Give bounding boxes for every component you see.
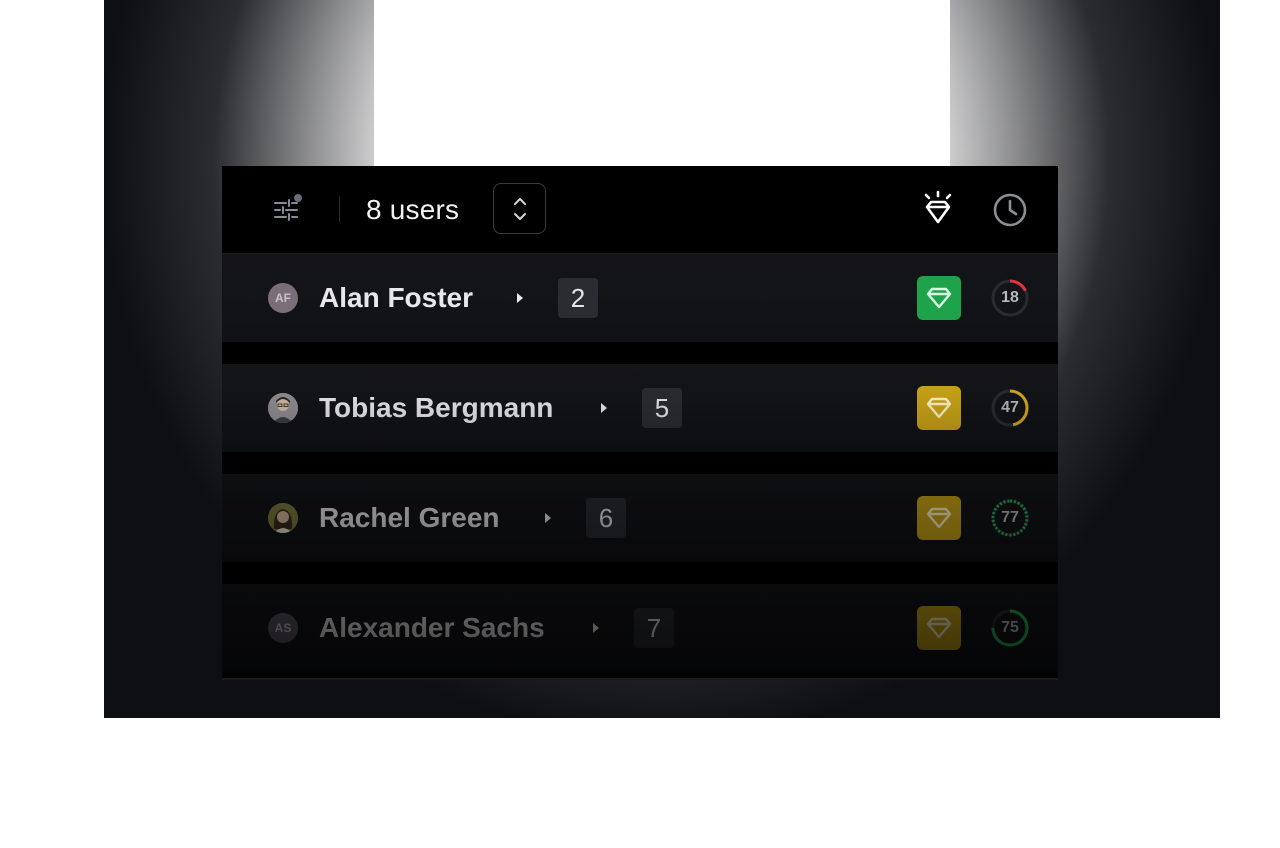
expand-caret-icon[interactable]	[594, 398, 614, 418]
score-value: 47	[1001, 399, 1019, 416]
diamond-icon	[926, 617, 952, 639]
score-ring: 18	[990, 278, 1030, 318]
user-row[interactable]: Rachel Green 6 77	[222, 474, 1058, 562]
background-highlight	[374, 0, 950, 170]
avatar-initials: AF	[275, 291, 291, 305]
score-value: 18	[1001, 289, 1019, 306]
header-divider	[339, 196, 340, 222]
user-row[interactable]: Tobias Bergmann 5 47	[222, 364, 1058, 452]
user-name: Tobias Bergmann	[319, 392, 554, 423]
panel-header: 8 users	[222, 166, 1058, 254]
user-name: Alexander Sachs	[319, 612, 545, 643]
item-count-badge: 6	[586, 498, 626, 538]
expand-caret-icon[interactable]	[586, 618, 606, 638]
score-ring: 75	[990, 608, 1030, 648]
tier-badge-gold	[917, 606, 961, 650]
item-count-badge: 5	[642, 388, 682, 428]
diamond-icon	[926, 507, 952, 529]
filter-button[interactable]	[266, 190, 306, 230]
filter-active-dot	[294, 194, 302, 202]
diamond-icon	[926, 397, 952, 419]
expand-caret-icon[interactable]	[538, 508, 558, 528]
score-value: 75	[1001, 619, 1019, 636]
page-background: 8 users AF Alan Foster 2 18 Tobias Bergm…	[104, 0, 1220, 718]
score-ring: 47	[990, 388, 1030, 428]
tier-badge-green	[917, 276, 961, 320]
clock-icon	[993, 193, 1027, 227]
diamond-sparkle-icon	[924, 190, 952, 224]
users-panel: 8 users AF Alan Foster 2 18 Tobias Bergm…	[222, 166, 1058, 680]
avatar: AF	[268, 283, 298, 313]
tier-badge-gold	[917, 496, 961, 540]
tier-badge-gold	[917, 386, 961, 430]
expand-caret-icon[interactable]	[510, 288, 530, 308]
chevron-up-down-icon	[513, 197, 526, 220]
history-button[interactable]	[990, 190, 1030, 230]
avatar-initials: AS	[274, 621, 292, 635]
score-value: 77	[1001, 509, 1019, 526]
avatar	[268, 393, 298, 423]
user-name: Rachel Green	[319, 502, 500, 533]
item-count-badge: 7	[634, 608, 674, 648]
user-name: Alan Foster	[319, 282, 474, 313]
tier-sort-button[interactable]	[918, 190, 958, 230]
avatar: AS	[268, 613, 298, 643]
avatar	[268, 503, 298, 533]
sort-button[interactable]	[493, 183, 546, 234]
diamond-icon	[926, 287, 952, 309]
user-count: 8 users	[366, 194, 460, 225]
user-row[interactable]: AS Alexander Sachs 7 75	[222, 584, 1058, 672]
avatar-photo	[268, 393, 298, 423]
user-row[interactable]: AF Alan Foster 2 18	[222, 254, 1058, 342]
panel-bottom-border	[222, 678, 1058, 680]
item-count-badge: 2	[558, 278, 598, 318]
avatar-photo	[268, 503, 298, 533]
score-ring: 77	[990, 498, 1030, 538]
